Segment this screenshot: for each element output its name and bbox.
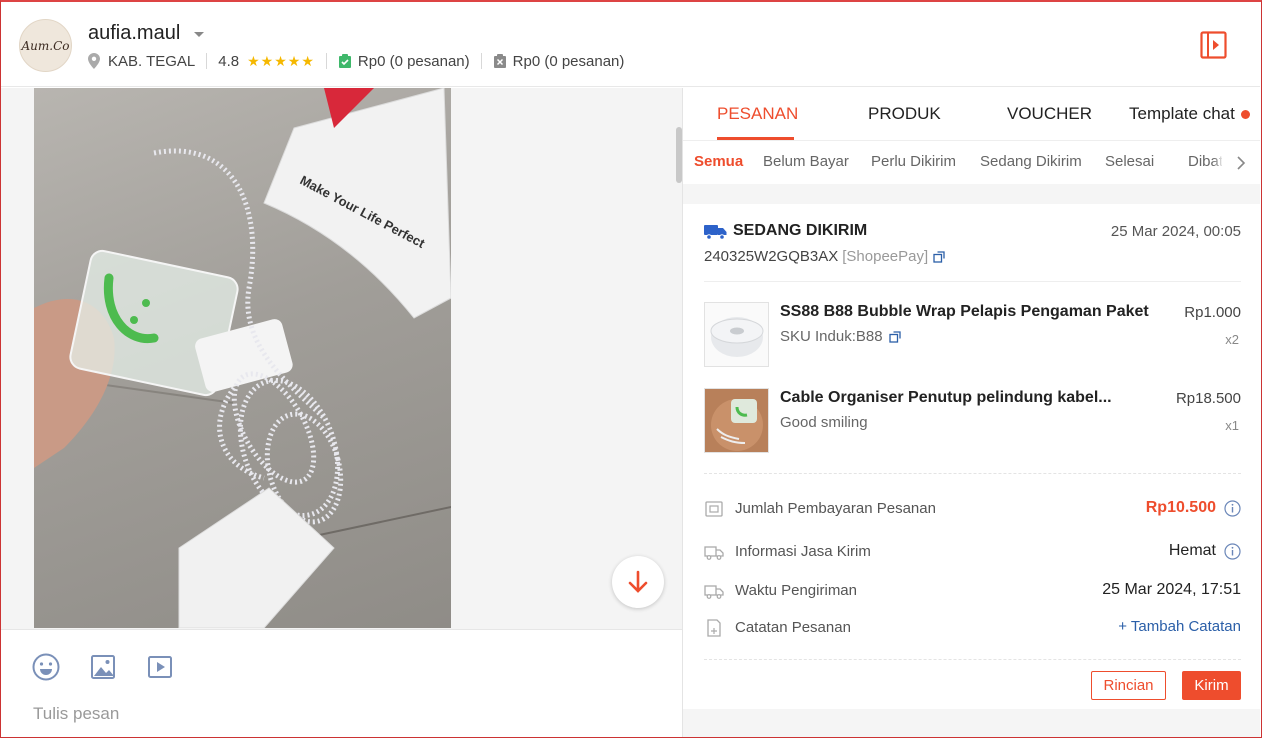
subtab-belum-bayar[interactable]: Belum Bayar <box>763 153 849 170</box>
info-icon[interactable] <box>1224 499 1241 517</box>
order-item[interactable]: Cable Organiser Penutup pelindung kabel.… <box>704 388 1241 454</box>
details-button[interactable]: Rincian <box>1091 671 1166 700</box>
item-variant: SKU Induk:B88 <box>780 328 901 345</box>
divider <box>704 473 1241 474</box>
product-thumbnail <box>704 388 769 453</box>
active-tab-indicator <box>717 137 794 140</box>
payment-method: [ShopeePay] <box>842 248 929 265</box>
shipping-time-row: Waktu Pengiriman 25 Mar 2024, 17:51 <box>704 580 1241 602</box>
subtab-sedang-dikirim[interactable]: Sedang Dikirim <box>980 153 1082 170</box>
payment-icon <box>705 501 723 517</box>
tab-template-chat-label: Template chat <box>1129 104 1235 123</box>
payment-total-row: Jumlah Pembayaran Pesanan Rp10.500 <box>704 498 1241 520</box>
payment-total-amount: Rp10.500 <box>1145 499 1216 516</box>
divider <box>704 281 1241 282</box>
avatar[interactable]: Aum.Co <box>19 19 72 72</box>
product-thumbnail <box>704 302 769 367</box>
notification-dot <box>1240 110 1250 120</box>
item-variant-text: SKU Induk:B88 <box>780 328 883 345</box>
order-item[interactable]: SS88 B88 Bubble Wrap Pelapis Pengaman Pa… <box>704 302 1241 368</box>
paid-order-icon <box>338 53 351 68</box>
rating-stars: ★★★★★ <box>247 52 315 69</box>
chat-panel: Make Your Life Perfect Tulis pesan <box>1 88 682 737</box>
paid-summary: Rp0 (0 pesanan) <box>357 52 470 70</box>
item-name: Cable Organiser Penutup pelindung kabel.… <box>780 389 1112 406</box>
shipping-truck-icon <box>704 546 724 560</box>
delivery-time-icon <box>704 585 724 599</box>
order-status: SEDANG DIKIRIM <box>704 222 867 240</box>
order-filter-tabs: Semua Belum Bayar Perlu Dikirim Sedang D… <box>683 141 1260 184</box>
item-price: Rp1.000 <box>1184 304 1241 321</box>
send-order-button[interactable]: Kirim <box>1182 671 1241 700</box>
shipping-info-value: Hemat <box>1169 542 1241 560</box>
message-composer: Tulis pesan <box>1 629 682 737</box>
note-icon <box>707 619 721 637</box>
order-id-text[interactable]: 240325W2GQB3AX <box>704 248 838 265</box>
divider <box>704 659 1241 660</box>
item-variant: Good smiling <box>780 414 868 431</box>
chat-header: Aum.Co aufia.maul KAB. TEGAL 4.8 ★★★★★ R… <box>1 5 1260 87</box>
order-note-row: Catatan Pesanan + Tambah Catatan <box>704 617 1241 639</box>
subtabs-next-button[interactable] <box>1222 141 1260 184</box>
divider <box>206 53 208 69</box>
order-card: SEDANG DIKIRIM 25 Mar 2024, 00:05 240325… <box>683 204 1260 709</box>
item-quantity: x2 <box>1225 332 1239 347</box>
shipping-service: Hemat <box>1168 542 1216 559</box>
shipping-info-row: Informasi Jasa Kirim Hemat <box>704 541 1241 563</box>
photo-illustration: Make Your Life Perfect <box>34 88 451 628</box>
scroll-to-bottom-button[interactable] <box>612 556 664 608</box>
external-link-icon[interactable] <box>933 250 945 263</box>
tab-voucher[interactable]: VOUCHER <box>1007 104 1092 124</box>
username[interactable]: aufia.maul <box>88 22 180 45</box>
location-pin-icon <box>88 53 100 69</box>
add-note-button[interactable]: + Tambah Catatan <box>1118 618 1241 635</box>
order-status-text: SEDANG DIKIRIM <box>733 222 868 239</box>
location-text: KAB. TEGAL <box>108 52 196 70</box>
exit-chat-icon[interactable] <box>1200 31 1227 59</box>
rating-value: 4.8 <box>218 52 240 70</box>
external-link-icon[interactable] <box>888 330 901 343</box>
item-quantity: x1 <box>1225 418 1239 433</box>
order-date: 25 Mar 2024, 00:05 <box>1110 223 1241 240</box>
divider <box>480 53 482 69</box>
chevron-down-icon[interactable] <box>194 32 204 37</box>
order-panel: PESANAN PRODUK VOUCHER Template chat Sem… <box>683 88 1260 737</box>
video-icon[interactable] <box>145 652 175 682</box>
chat-image[interactable]: Make Your Life Perfect <box>34 88 451 628</box>
subtab-semua[interactable]: Semua <box>694 153 743 170</box>
subtab-selesai[interactable]: Selesai <box>1105 153 1154 170</box>
shipping-time-value: 25 Mar 2024, 17:51 <box>1102 581 1241 598</box>
cancel-summary: Rp0 (0 pesanan) <box>512 52 625 70</box>
divider <box>325 53 327 69</box>
item-price: Rp18.500 <box>1175 390 1241 407</box>
shipping-time-label: Waktu Pengiriman <box>735 582 857 599</box>
tab-produk[interactable]: PRODUK <box>868 104 941 124</box>
message-input[interactable]: Tulis pesan <box>33 704 119 724</box>
order-id: 240325W2GQB3AX [ShopeePay] <box>704 248 945 265</box>
cancelled-order-icon <box>493 53 506 68</box>
subtab-perlu-dikirim[interactable]: Perlu Dikirim <box>871 153 956 170</box>
item-name: SS88 B88 Bubble Wrap Pelapis Pengaman Pa… <box>780 303 1149 320</box>
tab-pesanan[interactable]: PESANAN <box>717 104 798 124</box>
payment-total-label: Jumlah Pembayaran Pesanan <box>735 500 936 517</box>
truck-icon <box>704 224 727 240</box>
arrow-down-icon <box>628 570 648 593</box>
order-note-label: Catatan Pesanan <box>735 619 851 636</box>
info-icon[interactable] <box>1224 542 1241 560</box>
shipping-info-label: Informasi Jasa Kirim <box>735 543 871 560</box>
avatar-text: Aum.Co <box>21 38 70 53</box>
buyer-meta: KAB. TEGAL 4.8 ★★★★★ Rp0 (0 pesanan) Rp0… <box>88 51 624 71</box>
image-icon[interactable] <box>88 652 118 682</box>
tab-template-chat[interactable]: Template chat <box>1129 104 1250 124</box>
panel-tabs: PESANAN PRODUK VOUCHER Template chat <box>683 88 1260 141</box>
chevron-right-icon <box>1237 155 1246 170</box>
payment-total-value: Rp10.500 <box>1146 499 1241 517</box>
emoji-icon[interactable] <box>31 652 61 682</box>
